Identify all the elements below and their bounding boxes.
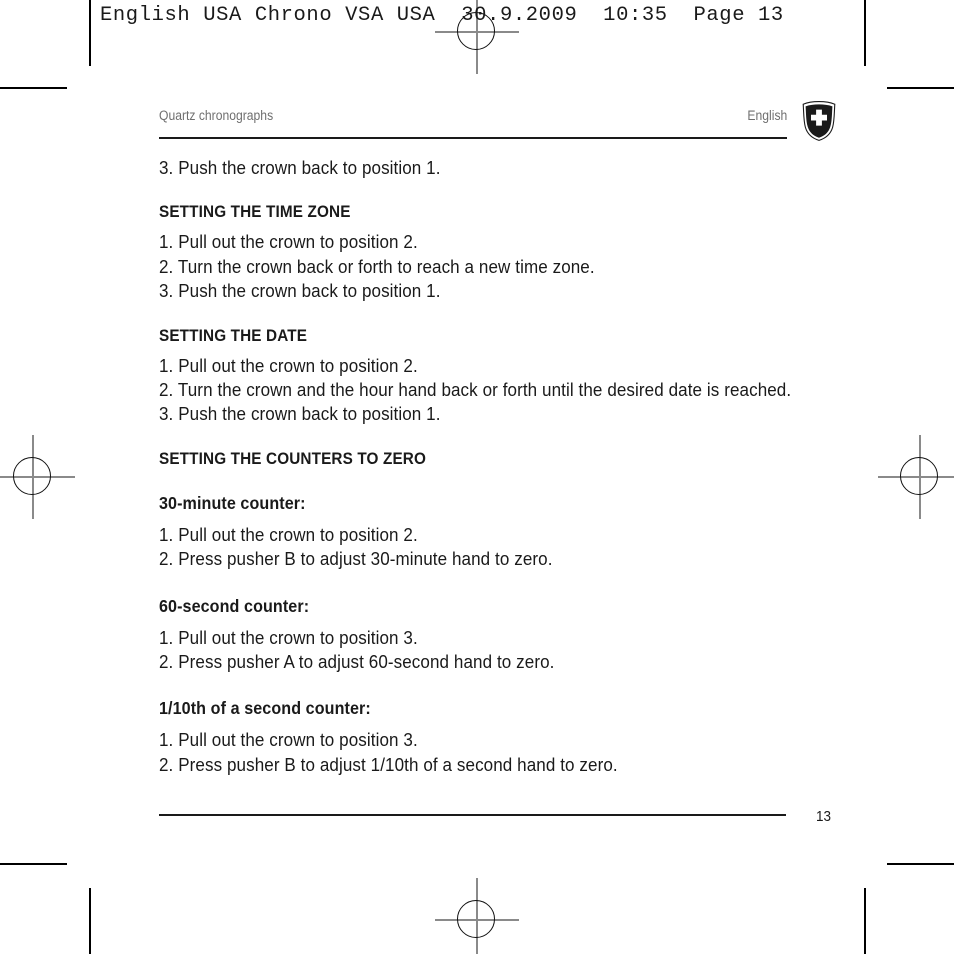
step-item: 1. Pull out the crown to position 2. — [159, 354, 418, 376]
step-item: 3. Push the crown back to position 1. — [159, 403, 441, 425]
crop-mark-top-right-horizontal — [887, 87, 954, 89]
header-rule — [159, 137, 787, 139]
crop-mark-bottom-left-horizontal — [0, 863, 67, 865]
step-item: 3. Push the crown back to position 1. — [159, 280, 441, 302]
crop-mark-top-right-vertical — [864, 0, 866, 66]
subheading-tenth-second-counter: 1/10th of a second counter: — [159, 698, 371, 719]
registration-mark-left — [0, 435, 75, 519]
running-head-left: Quartz chronographs — [159, 108, 274, 123]
section-heading-time-zone: SETTING THE TIME ZONE — [159, 202, 351, 222]
registration-mark-bottom — [435, 878, 519, 954]
registration-mark-right — [878, 435, 954, 519]
step-item: 2. Press pusher B to adjust 1/10th of a … — [159, 753, 618, 775]
running-head-right: English — [747, 108, 787, 123]
step-item: 2. Press pusher A to adjust 60-second ha… — [159, 651, 555, 673]
step-item: 1. Pull out the crown to position 2. — [159, 231, 418, 253]
crop-mark-bottom-right-horizontal — [887, 863, 954, 865]
page-number: 13 — [816, 808, 832, 825]
running-head: Quartz chronographs English — [159, 108, 787, 130]
subheading-60-second-counter: 60-second counter: — [159, 595, 310, 616]
crop-mark-bottom-left-vertical — [89, 888, 91, 954]
section-heading-counters-to-zero: SETTING THE COUNTERS TO ZERO — [159, 448, 427, 468]
crop-mark-top-left-vertical — [89, 0, 91, 66]
proof-slug-header: English USA Chrono VSA USA 30.9.2009 10:… — [100, 4, 784, 27]
step-item: 2. Turn the crown and the hour hand back… — [159, 379, 792, 401]
step-item: 1. Pull out the crown to position 2. — [159, 523, 418, 545]
step-item: 1. Pull out the crown to position 3. — [159, 626, 418, 648]
crop-mark-bottom-right-vertical — [864, 888, 866, 954]
document-page: English USA Chrono VSA USA 30.9.2009 10:… — [0, 0, 954, 954]
footer-rule — [159, 814, 786, 816]
subheading-30-minute-counter: 30-minute counter: — [159, 492, 306, 513]
crop-mark-top-left-horizontal — [0, 87, 67, 89]
section-heading-date: SETTING THE DATE — [159, 325, 308, 345]
step-item: 2. Press pusher B to adjust 30-minute ha… — [159, 548, 553, 570]
body-content: 3. Push the crown back to position 1. SE… — [159, 156, 819, 777]
victorinox-shield-logo — [801, 101, 837, 141]
step-item: 1. Pull out the crown to position 3. — [159, 729, 418, 751]
lead-step: 3. Push the crown back to position 1. — [159, 157, 441, 178]
step-item: 2. Turn the crown back or forth to reach… — [159, 255, 595, 277]
